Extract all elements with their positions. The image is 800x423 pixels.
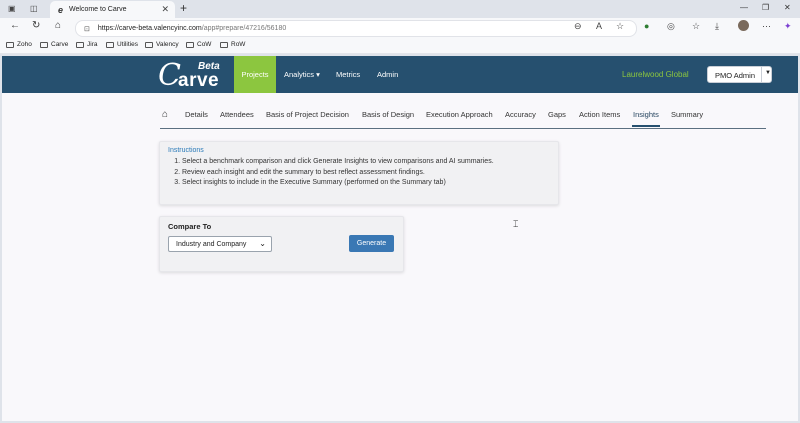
folder-icon bbox=[186, 41, 194, 48]
tabs-divider bbox=[160, 128, 766, 129]
tab-action-items[interactable]: Action Items bbox=[579, 110, 620, 119]
zoom-icon[interactable]: ⊖ bbox=[574, 21, 582, 32]
settings-more-icon[interactable]: ⋯ bbox=[762, 21, 771, 32]
bookmark-carve[interactable]: Carve bbox=[40, 41, 68, 48]
folder-icon bbox=[220, 41, 228, 48]
instructions-panel: Instructions Select a benchmark comparis… bbox=[159, 141, 559, 205]
chevron-down-icon: ⌄ bbox=[259, 239, 266, 248]
tab-accuracy[interactable]: Accuracy bbox=[505, 110, 536, 119]
instructions-list: Select a benchmark comparison and click … bbox=[180, 157, 494, 189]
user-menu-label: PMO Admin bbox=[715, 70, 756, 80]
browser-menu-icon[interactable]: ▣ bbox=[8, 4, 16, 13]
favorites-icon[interactable]: ☆ bbox=[692, 21, 700, 32]
tab-basis-of-design[interactable]: Basis of Design bbox=[362, 110, 414, 119]
extension-icon[interactable]: ● bbox=[644, 21, 649, 31]
nav-metrics[interactable]: Metrics bbox=[336, 56, 360, 93]
bookmark-jira[interactable]: Jira bbox=[76, 41, 97, 48]
generate-button[interactable]: Generate bbox=[349, 235, 394, 252]
url-path: /app#prepare/47216/56180 bbox=[201, 25, 287, 32]
tab-execution-approach[interactable]: Execution Approach bbox=[426, 110, 493, 119]
mouse-cursor-icon: ⌶ bbox=[513, 219, 519, 229]
instruction-step: Review each insight and edit the summary… bbox=[182, 168, 494, 179]
nav-analytics[interactable]: Analytics ▾ bbox=[284, 56, 320, 93]
bookmark-cow[interactable]: CoW bbox=[186, 41, 211, 48]
chevron-down-icon: ▼ bbox=[765, 70, 771, 76]
nav-admin[interactable]: Admin bbox=[377, 56, 398, 93]
instruction-step: Select insights to include in the Execut… bbox=[182, 178, 494, 189]
folder-icon bbox=[145, 41, 153, 48]
favorite-star-icon[interactable]: ☆ bbox=[616, 21, 624, 32]
carve-logo[interactable]: C arve Beta bbox=[158, 58, 228, 93]
refresh-icon[interactable]: ↻ bbox=[32, 20, 40, 31]
compare-to-label: Compare To bbox=[168, 222, 212, 231]
user-menu-button[interactable]: PMO Admin ▼ bbox=[707, 66, 772, 83]
read-aloud-icon[interactable]: A bbox=[596, 21, 602, 31]
instructions-heading: Instructions bbox=[168, 147, 204, 154]
browser-tab[interactable]: e Welcome to Carve ✕ bbox=[50, 1, 175, 18]
profile-avatar[interactable] bbox=[738, 20, 749, 31]
url-input[interactable]: ⊡ https://carve-beta.valencyinc.com/app#… bbox=[75, 20, 637, 37]
close-window-icon[interactable]: ✕ bbox=[784, 3, 791, 12]
compare-to-select[interactable]: Industry and Company ⌄ bbox=[168, 236, 272, 252]
new-tab-icon[interactable]: + bbox=[180, 1, 187, 15]
carve-favicon-icon: e bbox=[58, 4, 64, 15]
close-tab-icon[interactable]: ✕ bbox=[161, 4, 169, 15]
folder-icon bbox=[106, 41, 114, 48]
folder-icon bbox=[76, 41, 84, 48]
folder-icon bbox=[6, 41, 14, 48]
instruction-step: Select a benchmark comparison and click … bbox=[182, 157, 494, 168]
back-icon[interactable]: ← bbox=[10, 20, 20, 31]
organization-name: Laurelwood Global bbox=[622, 70, 689, 79]
minimize-icon[interactable]: — bbox=[740, 3, 748, 12]
home-browser-icon[interactable]: ⌂ bbox=[55, 20, 61, 31]
tab-actions-icon[interactable]: ◫ bbox=[30, 4, 38, 13]
bookmark-zoho[interactable]: Zoho bbox=[6, 41, 32, 48]
bookmark-utilities[interactable]: Utilities bbox=[106, 41, 138, 48]
active-tab-indicator bbox=[632, 125, 660, 127]
copilot-icon[interactable]: ✦ bbox=[784, 21, 792, 32]
url-host: https://carve-beta.valencyinc.com bbox=[97, 25, 202, 32]
bookmark-valency[interactable]: Valency bbox=[145, 41, 179, 48]
tab-attendees[interactable]: Attendees bbox=[220, 110, 254, 119]
compare-to-value: Industry and Company bbox=[176, 240, 247, 248]
tab-title: Welcome to Carve bbox=[69, 6, 127, 13]
tab-gaps[interactable]: Gaps bbox=[548, 110, 566, 119]
tab-summary[interactable]: Summary bbox=[671, 110, 703, 119]
bookmark-row[interactable]: RoW bbox=[220, 41, 245, 48]
browser-essentials-icon[interactable]: ◎ bbox=[667, 21, 675, 32]
tab-basis-of-project-decision[interactable]: Basis of Project Decision bbox=[266, 110, 349, 119]
tab-insights[interactable]: Insights bbox=[633, 110, 659, 119]
tab-details[interactable]: Details bbox=[185, 110, 208, 119]
downloads-icon[interactable]: ⤓ bbox=[715, 21, 719, 32]
maximize-icon[interactable]: ❐ bbox=[762, 3, 769, 12]
folder-icon bbox=[40, 41, 48, 48]
home-tab-icon[interactable]: ⌂ bbox=[162, 109, 168, 120]
site-info-icon[interactable]: ⊡ bbox=[84, 25, 90, 33]
nav-projects[interactable]: Projects bbox=[234, 56, 276, 93]
